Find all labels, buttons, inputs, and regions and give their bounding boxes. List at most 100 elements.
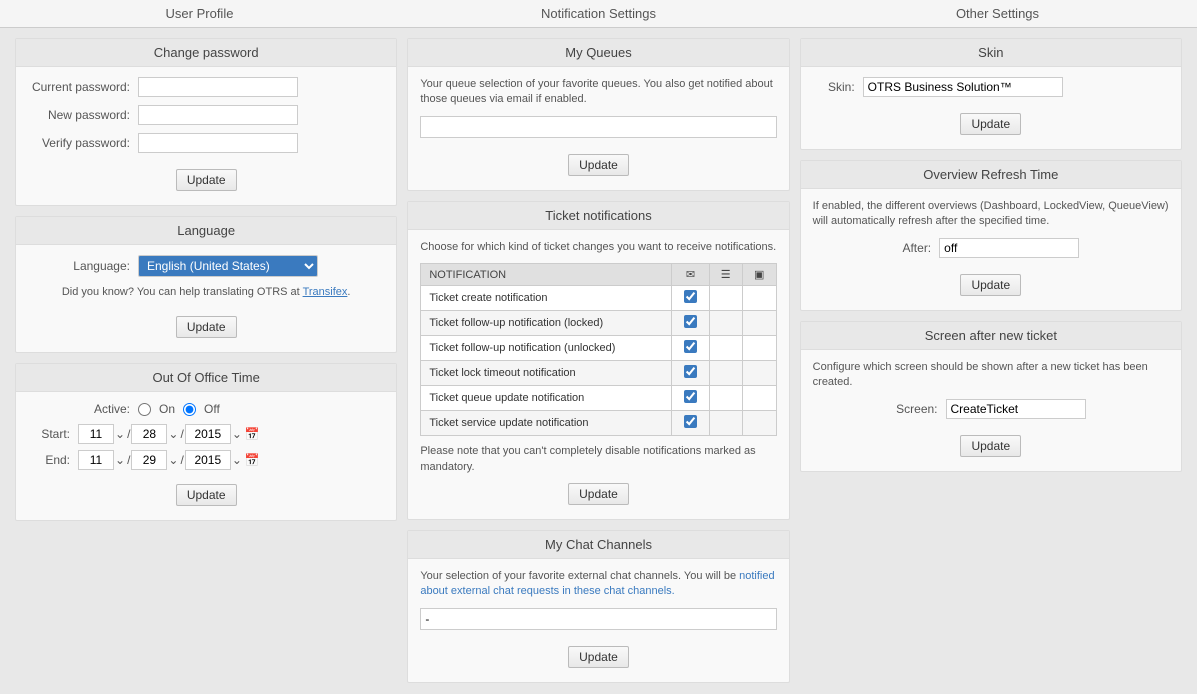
- my-queues-panel: My Queues Your queue selection of your f…: [407, 38, 789, 191]
- ticket-notifications-title: Ticket notifications: [408, 202, 788, 230]
- phone-checkbox-cell: [742, 411, 776, 436]
- screen-after-ticket-body: Configure which screen should be shown a…: [801, 350, 1181, 471]
- email-checkbox-cell: [672, 411, 709, 436]
- start-calendar-icon[interactable]: 📅: [245, 427, 260, 441]
- email-checkbox[interactable]: [684, 390, 697, 403]
- list-checkbox-cell: [709, 336, 742, 361]
- end-day-input[interactable]: [131, 450, 167, 470]
- current-password-row: Current password:: [28, 77, 384, 97]
- skin-input[interactable]: [863, 77, 1063, 97]
- email-checkbox-cell: [672, 361, 709, 386]
- user-profile-column: Change password Current password: New pa…: [10, 38, 402, 521]
- email-checkbox[interactable]: [684, 340, 697, 353]
- change-password-panel: Change password Current password: New pa…: [15, 38, 397, 206]
- notifications-table: NOTIFICATION ✉ ☰ ▣ Ticket create notific…: [420, 263, 776, 436]
- phone-checkbox-cell: [742, 311, 776, 336]
- notification-settings-column: My Queues Your queue selection of your f…: [402, 38, 794, 683]
- end-year-input[interactable]: [185, 450, 231, 470]
- active-on-radio[interactable]: [138, 403, 151, 416]
- out-of-office-panel: Out Of Office Time Active: On Off Start:…: [15, 363, 397, 521]
- change-password-title: Change password: [16, 39, 396, 67]
- ticket-notifications-body: Choose for which kind of ticket changes …: [408, 230, 788, 519]
- verify-password-row: Verify password:: [28, 133, 384, 153]
- email-checkbox-cell: [672, 286, 709, 311]
- ticket-notifications-update-button[interactable]: Update: [568, 483, 629, 505]
- skin-panel: Skin Skin: Update: [800, 38, 1182, 150]
- transifex-link[interactable]: Transifex: [303, 286, 348, 298]
- my-chat-channels-update-button[interactable]: Update: [568, 646, 629, 668]
- user-profile-header: User Profile: [0, 6, 399, 21]
- my-queues-update-button[interactable]: Update: [568, 154, 629, 176]
- language-label: Language:: [28, 259, 138, 273]
- language-select[interactable]: English (United States): [138, 255, 318, 277]
- new-password-row: New password:: [28, 105, 384, 125]
- active-label: Active:: [28, 402, 138, 416]
- language-update-button[interactable]: Update: [176, 316, 237, 338]
- overview-refresh-info: If enabled, the different overviews (Das…: [813, 199, 1169, 230]
- end-calendar-icon[interactable]: 📅: [245, 453, 260, 467]
- my-queues-title: My Queues: [408, 39, 788, 67]
- verify-password-input[interactable]: [138, 133, 298, 153]
- notifications-note: Please note that you can't completely di…: [420, 444, 776, 475]
- screen-after-ticket-info: Configure which screen should be shown a…: [813, 360, 1169, 391]
- overview-refresh-body: If enabled, the different overviews (Das…: [801, 189, 1181, 310]
- screen-input[interactable]: [946, 399, 1086, 419]
- out-of-office-update-button[interactable]: Update: [176, 484, 237, 506]
- language-info-text: Did you know? You can help translating O…: [28, 285, 384, 300]
- end-month-input[interactable]: [78, 450, 114, 470]
- language-title: Language: [16, 217, 396, 245]
- list-checkbox-cell: [709, 286, 742, 311]
- notification-label: Ticket create notification: [421, 286, 672, 311]
- page-header: User Profile Notification Settings Other…: [0, 0, 1197, 28]
- screen-row: Screen:: [813, 399, 1169, 419]
- email-checkbox[interactable]: [684, 290, 697, 303]
- overview-refresh-btn-row: Update: [813, 266, 1169, 300]
- skin-update-button[interactable]: Update: [960, 113, 1021, 135]
- language-body: Language: English (United States) Did yo…: [16, 245, 396, 352]
- phone-checkbox-cell: [742, 336, 776, 361]
- ticket-notifications-panel: Ticket notifications Choose for which ki…: [407, 201, 789, 520]
- table-row: Ticket follow-up notification (locked): [421, 311, 776, 336]
- email-checkbox[interactable]: [684, 315, 697, 328]
- my-queues-info: Your queue selection of your favorite qu…: [420, 77, 776, 108]
- email-checkbox[interactable]: [684, 415, 697, 428]
- ticket-notifications-btn-row: Update: [420, 475, 776, 509]
- current-password-label: Current password:: [28, 80, 138, 94]
- active-radio-group: On Off: [138, 402, 220, 416]
- notification-label: Ticket lock timeout notification: [421, 361, 672, 386]
- screen-after-ticket-btn-row: Update: [813, 427, 1169, 461]
- change-password-update-button[interactable]: Update: [176, 169, 237, 191]
- out-of-office-body: Active: On Off Start: ⌄ / ⌄ /: [16, 392, 396, 520]
- my-queues-input[interactable]: [420, 116, 776, 138]
- col-phone-header: ▣: [742, 264, 776, 286]
- main-layout: Change password Current password: New pa…: [0, 28, 1197, 693]
- notification-settings-header: Notification Settings: [399, 6, 798, 21]
- col-list-header: ☰: [709, 264, 742, 286]
- my-chat-channels-body: Your selection of your favorite external…: [408, 559, 788, 682]
- start-day-input[interactable]: [131, 424, 167, 444]
- after-input[interactable]: [939, 238, 1079, 258]
- on-label: On: [159, 402, 175, 416]
- ticket-notifications-info: Choose for which kind of ticket changes …: [420, 240, 776, 255]
- active-off-radio[interactable]: [183, 403, 196, 416]
- overview-refresh-panel: Overview Refresh Time If enabled, the di…: [800, 160, 1182, 311]
- email-checkbox[interactable]: [684, 365, 697, 378]
- current-password-input[interactable]: [138, 77, 298, 97]
- language-row: Language: English (United States): [28, 255, 384, 277]
- notification-label: Ticket follow-up notification (locked): [421, 311, 672, 336]
- skin-row: Skin:: [813, 77, 1169, 97]
- my-queues-btn-row: Update: [420, 146, 776, 180]
- screen-after-ticket-update-button[interactable]: Update: [960, 435, 1021, 457]
- skin-btn-row: Update: [813, 105, 1169, 139]
- overview-refresh-update-button[interactable]: Update: [960, 274, 1021, 296]
- change-password-body: Current password: New password: Verify p…: [16, 67, 396, 205]
- start-month-input[interactable]: [78, 424, 114, 444]
- col-email-header: ✉: [672, 264, 709, 286]
- skin-title: Skin: [801, 39, 1181, 67]
- screen-label: Screen:: [896, 402, 945, 416]
- other-settings-header: Other Settings: [798, 6, 1197, 21]
- skin-body: Skin: Update: [801, 67, 1181, 149]
- new-password-input[interactable]: [138, 105, 298, 125]
- my-chat-channels-input[interactable]: [420, 608, 776, 630]
- start-year-input[interactable]: [185, 424, 231, 444]
